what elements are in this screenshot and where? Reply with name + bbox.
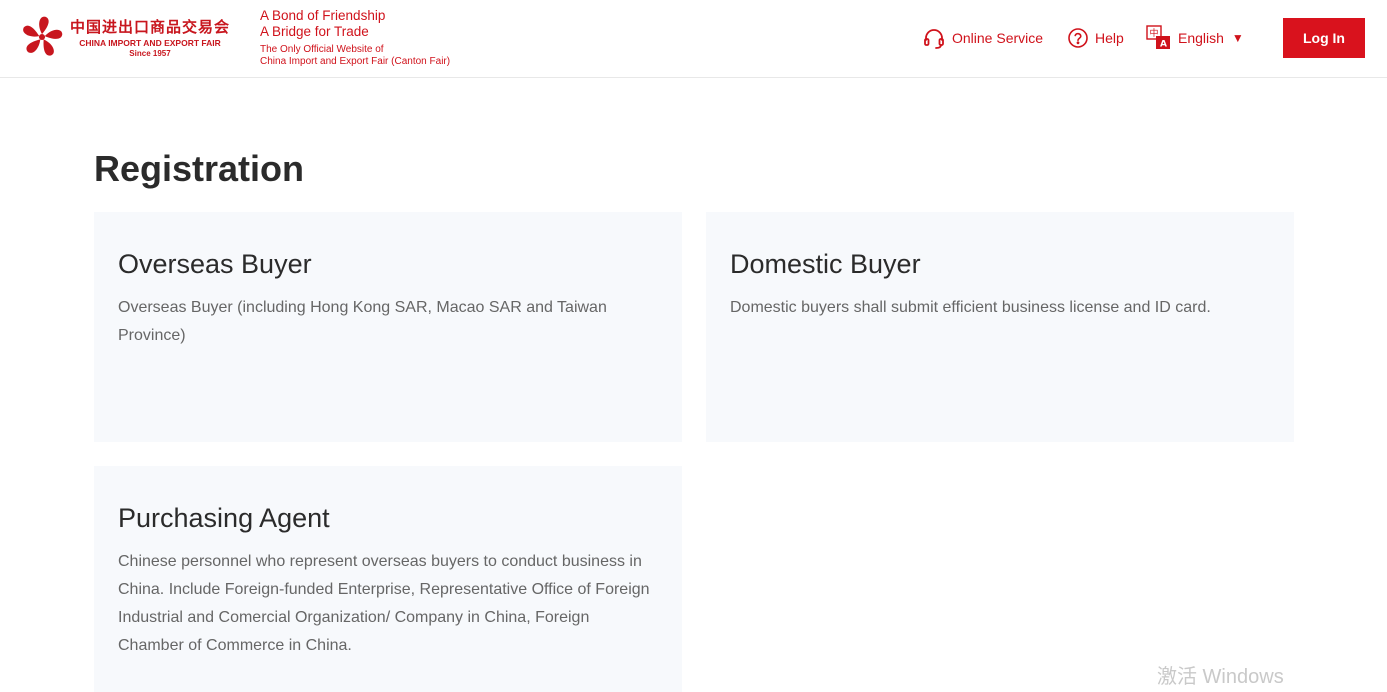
slogan-sub-line-2: China Import and Export Fair (Canton Fai… (260, 56, 451, 67)
language-selector[interactable]: 中 A English ▼ (1146, 24, 1244, 52)
canton-fair-logo[interactable]: 中国进出口商品交易会 CHINA IMPORT AND EXPORT FAIR … (20, 14, 230, 64)
card-title: Domestic Buyer (730, 249, 921, 279)
online-service-label: Online Service (952, 30, 1044, 46)
question-circle-icon (1068, 28, 1088, 48)
headset-icon (924, 29, 944, 49)
help-label: Help (1095, 30, 1124, 46)
logo-english-name: CHINA IMPORT AND EXPORT FAIR (79, 38, 221, 48)
login-button[interactable]: Log In (1283, 18, 1365, 58)
purchasing-agent-card[interactable]: Purchasing Agent Chinese personnel who r… (94, 466, 682, 692)
windows-activation-watermark: 激活 Windows (1157, 666, 1284, 688)
card-description: Chinese personnel who represent overseas… (118, 553, 650, 654)
domestic-buyer-card[interactable]: Domestic Buyer Domestic buyers shall sub… (706, 212, 1294, 442)
page-title: Registration (94, 148, 305, 189)
site-slogan: A Bond of Friendship A Bridge for Trade … (260, 8, 450, 68)
slogan-line-1: A Bond of Friendship (260, 8, 386, 23)
language-label: English (1178, 30, 1224, 46)
card-description: Overseas Buyer (including Hong Kong SAR,… (118, 299, 607, 344)
canton-fair-flower-icon (23, 16, 63, 56)
slogan-subtitle: The Only Official Website of China Impor… (260, 44, 450, 68)
online-service-link[interactable]: Online Service (922, 24, 1043, 52)
site-header: 中国进出口商品交易会 CHINA IMPORT AND EXPORT FAIR … (0, 0, 1387, 78)
language-icon: 中 A (1146, 25, 1170, 50)
help-link[interactable]: Help (1067, 24, 1124, 52)
card-title: Overseas Buyer (118, 249, 312, 279)
slogan-sub-line-1: The Only Official Website of (260, 44, 384, 55)
overseas-buyer-card[interactable]: Overseas Buyer Overseas Buyer (including… (94, 212, 682, 442)
logo-text: 中国进出口商品交易会 CHINA IMPORT AND EXPORT FAIR … (70, 18, 230, 59)
logo-since: Since 1957 (129, 49, 171, 58)
slogan-line-2: A Bridge for Trade (260, 24, 369, 39)
logo-chinese-name: 中国进出口商品交易会 (69, 18, 230, 36)
svg-text:A: A (1160, 40, 1167, 50)
caret-down-icon: ▼ (1231, 31, 1244, 45)
card-description: Domestic buyers shall submit efficient b… (730, 299, 1211, 316)
card-title: Purchasing Agent (118, 503, 330, 533)
